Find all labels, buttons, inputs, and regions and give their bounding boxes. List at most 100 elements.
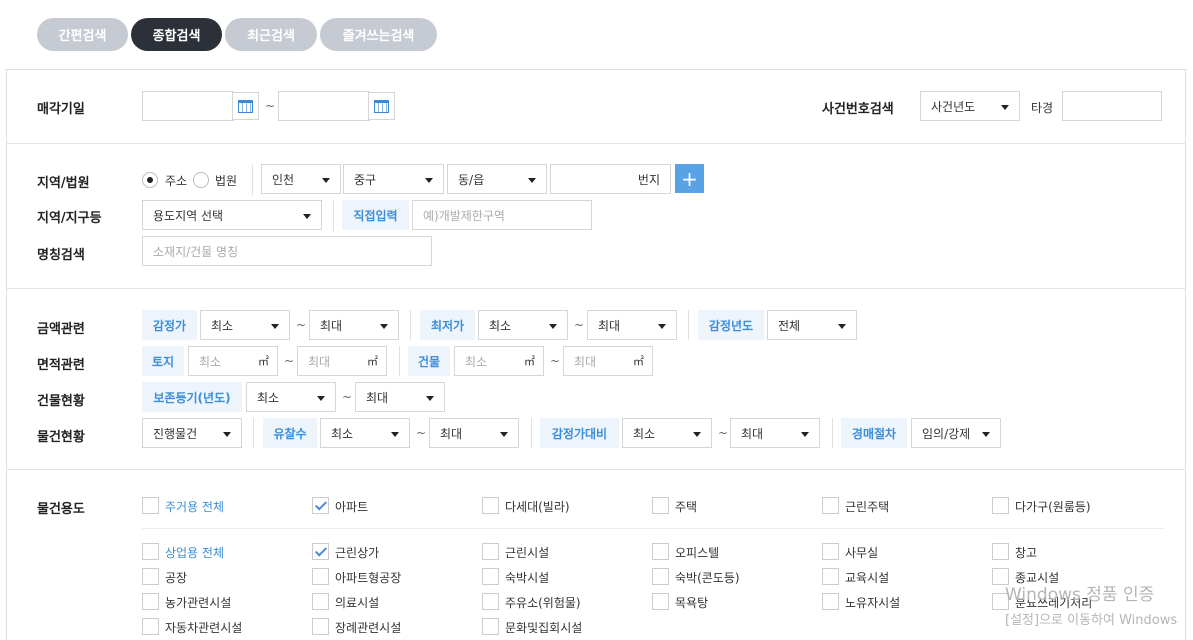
case-year-select[interactable]: 사건년도 [920, 91, 1020, 121]
usage-checkbox[interactable] [482, 497, 499, 514]
appraisal-year-chip: 감정년도 [698, 310, 764, 340]
registry-max-select[interactable]: 최대 [355, 382, 445, 412]
usage-checkbox[interactable] [142, 568, 159, 585]
calendar-to-button[interactable] [368, 92, 395, 120]
tab-favorite-search[interactable]: 즐겨쓰는검색 [320, 18, 437, 51]
usage-checkbox[interactable] [482, 568, 499, 585]
appraisal-min-value: 최소 [211, 318, 234, 333]
usage-checkbox[interactable] [652, 497, 669, 514]
usage-checkbox[interactable] [482, 618, 499, 635]
lowest-min-select[interactable]: 최소 [478, 310, 568, 340]
case-number-input[interactable] [1062, 91, 1162, 121]
usage-checkbox[interactable] [992, 497, 1009, 514]
tilde: ~ [416, 426, 427, 440]
usage-checkbox[interactable] [312, 497, 329, 514]
failed-max-select[interactable]: 최대 [429, 418, 519, 448]
usage-checkbox-label: 아파트 [335, 500, 369, 514]
watermark-line2: [설정]으로 이동하여 Windows [1005, 613, 1178, 628]
zone-direct-input[interactable]: 예)개발제한구역 [412, 200, 592, 230]
usage-checkbox-label: 교육시설 [845, 571, 890, 585]
ratio-max-select[interactable]: 최대 [730, 418, 820, 448]
sale-date-from-input[interactable] [142, 91, 234, 121]
usage-checkbox[interactable] [652, 543, 669, 560]
usage-checkbox[interactable] [992, 543, 1009, 560]
appraisal-min-select[interactable]: 최소 [200, 310, 290, 340]
land-max-input[interactable]: 최대 ㎡ [297, 346, 387, 376]
tab-full-search[interactable]: 종합검색 [131, 18, 222, 51]
radio-court[interactable] [193, 172, 209, 188]
appraisal-chip: 감정가 [142, 310, 197, 340]
tab-simple-search[interactable]: 간편검색 [37, 18, 128, 51]
usage-checkbox[interactable] [312, 543, 329, 560]
calendar-from-button[interactable] [232, 92, 259, 120]
failed-count-chip: 유찰수 [263, 418, 317, 448]
land-chip: 토지 [142, 346, 184, 376]
usage-checkbox[interactable] [142, 618, 159, 635]
usage-checkbox[interactable] [312, 568, 329, 585]
usage-checkbox[interactable] [482, 543, 499, 560]
registry-max-value: 최대 [366, 390, 389, 405]
divider [410, 310, 411, 340]
progress-select[interactable]: 진행물건 [142, 418, 242, 448]
registry-min-value: 최소 [257, 390, 280, 405]
direct-input-chip[interactable]: 직접입력 [342, 200, 409, 230]
land-min-input[interactable]: 최소 ㎡ [188, 346, 278, 376]
usage-checkbox[interactable] [482, 593, 499, 610]
radio-address[interactable] [142, 172, 158, 188]
usage-checkbox-label: 근린시설 [505, 546, 550, 560]
divider [253, 418, 254, 448]
sigungu-select[interactable]: 중구 [343, 164, 444, 194]
usage-checkbox-label: 의료시설 [335, 596, 380, 610]
add-region-button[interactable]: + [675, 164, 704, 193]
usage-checkbox-label: 아파트형공장 [335, 571, 402, 585]
usage-checkbox[interactable] [652, 593, 669, 610]
appraisal-max-select[interactable]: 최대 [309, 310, 399, 340]
registry-chip: 보존등기(년도) [142, 382, 242, 412]
usage-checkbox-label: 오피스텔 [675, 546, 720, 560]
usage-checkbox[interactable] [142, 497, 159, 514]
usage-checkbox[interactable] [822, 543, 839, 560]
divider [252, 165, 253, 195]
sale-date-to-input[interactable] [278, 91, 370, 121]
sido-value: 인천 [272, 172, 295, 187]
usage-checkbox-label: 공장 [165, 571, 188, 585]
divider [399, 346, 400, 376]
region-label: 지역/법원 [37, 176, 90, 191]
usage-checkbox[interactable] [652, 568, 669, 585]
ratio-min-value: 최소 [633, 426, 656, 441]
radio-court-label: 법원 [215, 174, 238, 188]
usage-checkbox[interactable] [312, 618, 329, 635]
zone-select[interactable]: 용도지역 선택 [142, 200, 322, 230]
usage-checkbox[interactable] [312, 593, 329, 610]
sido-select[interactable]: 인천 [261, 164, 341, 194]
lowest-max-select[interactable]: 최대 [587, 310, 677, 340]
dong-select[interactable]: 동/읍 [447, 164, 547, 194]
usage-checkbox-label: 주거용 전체 [165, 500, 225, 514]
appraisal-year-value: 전체 [778, 318, 801, 333]
usage-checkbox-label: 농가관련시설 [165, 596, 232, 610]
usage-checkbox[interactable] [822, 593, 839, 610]
name-search-input[interactable]: 소재지/건물 명칭 [142, 236, 432, 266]
usage-checkbox-label: 문화및집회시설 [505, 621, 583, 635]
sigungu-value: 중구 [354, 172, 377, 187]
search-tabs: 간편검색 종합검색 최근검색 즐겨쓰는검색 [37, 18, 437, 51]
registry-min-select[interactable]: 최소 [246, 382, 336, 412]
procedure-select[interactable]: 임의/강제 [911, 418, 1001, 448]
usage-checkbox[interactable] [822, 568, 839, 585]
usage-checkbox[interactable] [142, 543, 159, 560]
ratio-min-select[interactable]: 최소 [622, 418, 712, 448]
region-section: 지역/법원 주소 법원 인천 중구 동/읍 번지 + 지역/지구등 용도지역 선… [7, 143, 1185, 288]
failed-min-select[interactable]: 최소 [320, 418, 410, 448]
lowest-price-chip: 최저가 [420, 310, 475, 340]
building-max-input[interactable]: 최대 ㎡ [563, 346, 653, 376]
tab-recent-search[interactable]: 최근검색 [225, 18, 317, 51]
usage-label: 물건용도 [37, 502, 85, 517]
area-label: 면적관련 [37, 358, 85, 373]
appraisal-year-select[interactable]: 전체 [767, 310, 857, 340]
divider [333, 201, 334, 231]
usage-checkbox-label: 주유소(위험물) [505, 596, 581, 610]
bunji-input[interactable]: 번지 [550, 164, 671, 194]
usage-checkbox[interactable] [142, 593, 159, 610]
usage-checkbox[interactable] [822, 497, 839, 514]
building-min-input[interactable]: 최소 ㎡ [454, 346, 544, 376]
